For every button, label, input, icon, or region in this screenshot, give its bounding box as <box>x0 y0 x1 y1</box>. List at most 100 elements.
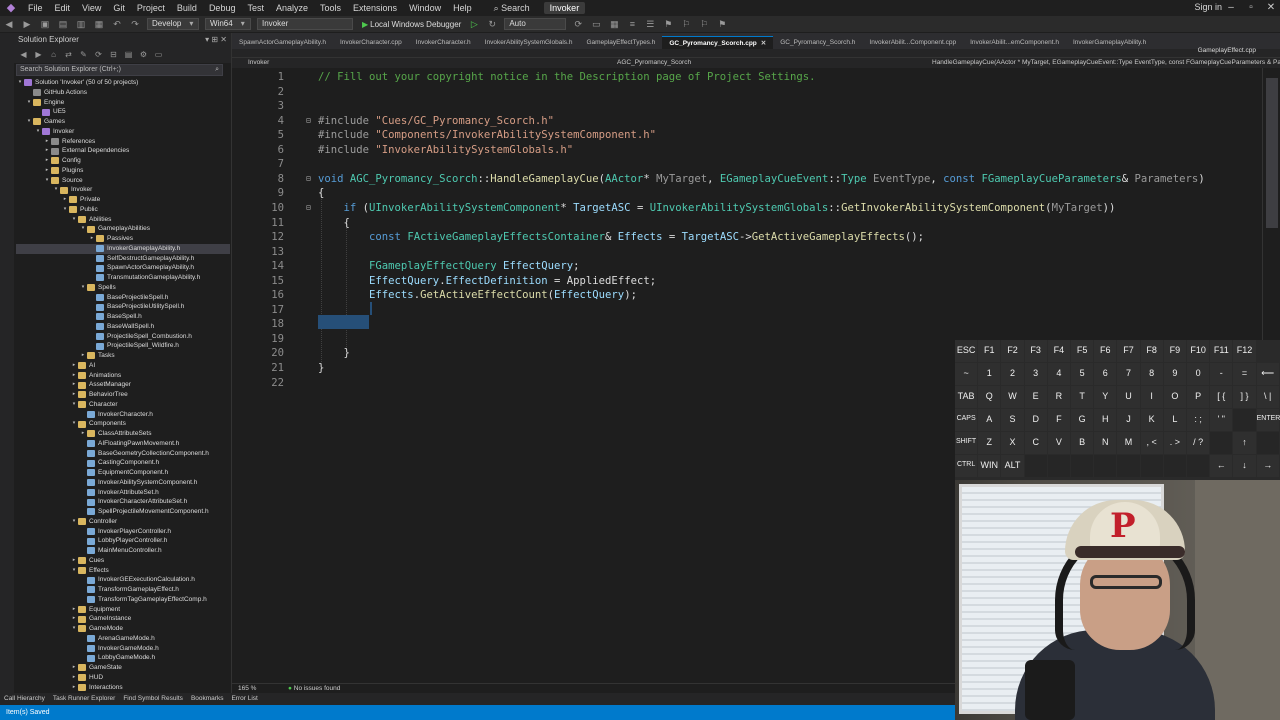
play-icon[interactable]: ▶ <box>362 20 368 29</box>
keyboard-key[interactable]: F <box>1047 409 1070 431</box>
menu-item-git[interactable]: Git <box>107 3 131 13</box>
keyboard-key[interactable]: F12 <box>1233 340 1256 362</box>
keyboard-key[interactable] <box>1187 455 1210 477</box>
chevron-right-icon[interactable]: ▸ <box>70 614 78 624</box>
keyboard-key[interactable]: WIN <box>978 455 1001 477</box>
keyboard-key[interactable]: W <box>1001 386 1024 408</box>
configuration-dropdown[interactable]: Develop ▾ <box>147 18 199 30</box>
new-file-icon[interactable]: ▣ <box>38 18 52 30</box>
keyboard-key[interactable]: M <box>1117 432 1140 454</box>
keyboard-key[interactable]: F6 <box>1094 340 1117 362</box>
tree-item[interactable]: MainMenuController.h <box>16 546 230 556</box>
tree-item[interactable]: ▾ GameMode <box>16 624 230 634</box>
keyboard-key[interactable]: X <box>1001 432 1024 454</box>
bookmark-next-icon[interactable]: ⚐ <box>697 18 711 30</box>
keyboard-key[interactable]: TAB <box>955 386 978 408</box>
collapse-all-icon[interactable]: ⊟ <box>108 49 119 61</box>
keyboard-key[interactable]: G <box>1071 409 1094 431</box>
editor-tab[interactable]: InvokerAbilit...Component.cpp <box>862 36 963 49</box>
keyboard-key[interactable] <box>1117 455 1140 477</box>
keyboard-key[interactable]: F4 <box>1047 340 1070 362</box>
editor-tab[interactable]: InvokerCharacter.cpp <box>333 36 409 49</box>
back-icon[interactable]: ◀ <box>18 49 29 61</box>
tree-item[interactable]: BaseSpell.h <box>16 312 230 322</box>
bookmark-prev-icon[interactable]: ⚐ <box>679 18 693 30</box>
forward-icon[interactable]: ▶ <box>20 18 34 30</box>
keyboard-key[interactable]: 5 <box>1071 363 1094 385</box>
editor-tab[interactable]: InvokerAbilit...emComponent.h <box>963 36 1066 49</box>
comment-icon[interactable]: ☰ <box>643 18 657 30</box>
keyboard-key[interactable]: O <box>1163 386 1186 408</box>
chevron-right-icon[interactable]: ▸ <box>43 146 51 156</box>
chevron-right-icon[interactable]: ▸ <box>70 390 78 400</box>
keyboard-key[interactable]: ↓ <box>1233 455 1256 477</box>
tree-item[interactable]: ▸ GameState <box>16 663 230 673</box>
chevron-down-icon[interactable]: ▾ <box>70 624 78 634</box>
chevron-right-icon[interactable]: ▸ <box>70 663 78 673</box>
tree-item[interactable]: ▾ Controller <box>16 517 230 527</box>
tree-item[interactable]: ▸ Passives <box>16 234 230 244</box>
tree-item[interactable]: ▾ Effects <box>16 566 230 576</box>
keyboard-key[interactable]: P <box>1187 386 1210 408</box>
keyboard-key[interactable]: : ; <box>1187 409 1210 431</box>
show-all-files-icon[interactable]: ▤ <box>123 49 134 61</box>
tree-item[interactable]: BaseWallSpell.h <box>16 322 230 332</box>
keyboard-key[interactable]: T <box>1071 386 1094 408</box>
auto-dropdown[interactable]: Auto <box>504 18 567 30</box>
tree-item[interactable]: ▾ Components <box>16 419 230 429</box>
save-icon[interactable]: ▥ <box>74 18 88 30</box>
nav-function-dropdown[interactable]: HandleGameplayCue(AActor * MyTarget, EGa… <box>932 58 1280 68</box>
editor-tab[interactable]: InvokerCharacter.h <box>409 36 478 49</box>
keyboard-key[interactable] <box>1233 409 1256 431</box>
keyboard-key[interactable]: L <box>1163 409 1186 431</box>
keyboard-key[interactable]: . > <box>1163 432 1186 454</box>
tree-item[interactable]: ▾ Source <box>16 176 230 186</box>
keyboard-key[interactable]: Q <box>978 386 1001 408</box>
menu-item-tools[interactable]: Tools <box>314 3 347 13</box>
tree-item[interactable]: EquipmentComponent.h <box>16 468 230 478</box>
keyboard-key[interactable]: A <box>978 409 1001 431</box>
chevron-down-icon[interactable]: ▾ <box>34 127 42 137</box>
tree-item[interactable]: ▾ Public <box>16 205 230 215</box>
tree-item[interactable]: ▸ Animations <box>16 371 230 381</box>
keyboard-key[interactable] <box>1163 455 1186 477</box>
keyboard-key[interactable]: C <box>1024 432 1047 454</box>
minimize-icon[interactable]: – <box>1222 0 1240 16</box>
keyboard-key[interactable]: ESC <box>955 340 978 362</box>
keyboard-key[interactable]: R <box>1047 386 1070 408</box>
properties-icon[interactable]: ⚙ <box>138 49 149 61</box>
keyboard-key[interactable] <box>1140 455 1163 477</box>
chevron-down-icon[interactable]: ▾ <box>61 205 69 215</box>
save-all-icon[interactable]: ▦ <box>92 18 106 30</box>
tree-item[interactable]: ▾ Abilities <box>16 215 230 225</box>
chevron-right-icon[interactable]: ▸ <box>79 351 87 361</box>
chevron-right-icon[interactable]: ▸ <box>70 556 78 566</box>
redo-icon[interactable]: ↷ <box>128 18 142 30</box>
keyboard-key[interactable]: \ | <box>1256 386 1279 408</box>
keyboard-key[interactable]: F11 <box>1210 340 1233 362</box>
scrollbar-thumb[interactable] <box>1266 78 1278 228</box>
editor-tab[interactable]: InvokerAbilitySystemGlobals.h <box>478 36 580 49</box>
chevron-right-icon[interactable]: ▸ <box>79 429 87 439</box>
tree-item[interactable]: InvokerGameMode.h <box>16 644 230 654</box>
tree-item[interactable]: SelfDestructGameplayAbility.h <box>16 254 230 264</box>
tree-item[interactable]: ▸ Interactions <box>16 683 230 693</box>
chevron-right-icon[interactable]: ▸ <box>70 683 78 693</box>
tree-item[interactable]: ▸ ClassAttributeSets <box>16 429 230 439</box>
back-icon[interactable]: ◀ <box>2 18 16 30</box>
tree-item[interactable]: InvokerGEExecutionCalculation.h <box>16 575 230 585</box>
pending-changes-icon[interactable]: ✎ <box>78 49 89 61</box>
refresh-icon[interactable]: ↻ <box>485 18 499 30</box>
tree-item[interactable]: ▾ Invoker <box>16 127 230 137</box>
keyboard-key[interactable]: Z <box>978 432 1001 454</box>
keyboard-key[interactable]: ] } <box>1233 386 1256 408</box>
tree-item[interactable]: BaseProjectileUtilitySpell.h <box>16 302 230 312</box>
fold-toggle-icon[interactable]: ⊟ <box>306 201 311 216</box>
tree-item[interactable]: ProjectileSpell_Wildfire.h <box>16 341 230 351</box>
tree-item[interactable]: ▾ Solution 'Invoker' (50 of 50 projects) <box>16 78 230 88</box>
platform-dropdown[interactable]: Win64 ▾ <box>205 18 251 30</box>
menu-item-file[interactable]: File <box>22 3 49 13</box>
menu-item-analyze[interactable]: Analyze <box>270 3 314 13</box>
close-icon[interactable]: ✕ <box>1262 0 1280 16</box>
keyboard-key[interactable]: U <box>1117 386 1140 408</box>
